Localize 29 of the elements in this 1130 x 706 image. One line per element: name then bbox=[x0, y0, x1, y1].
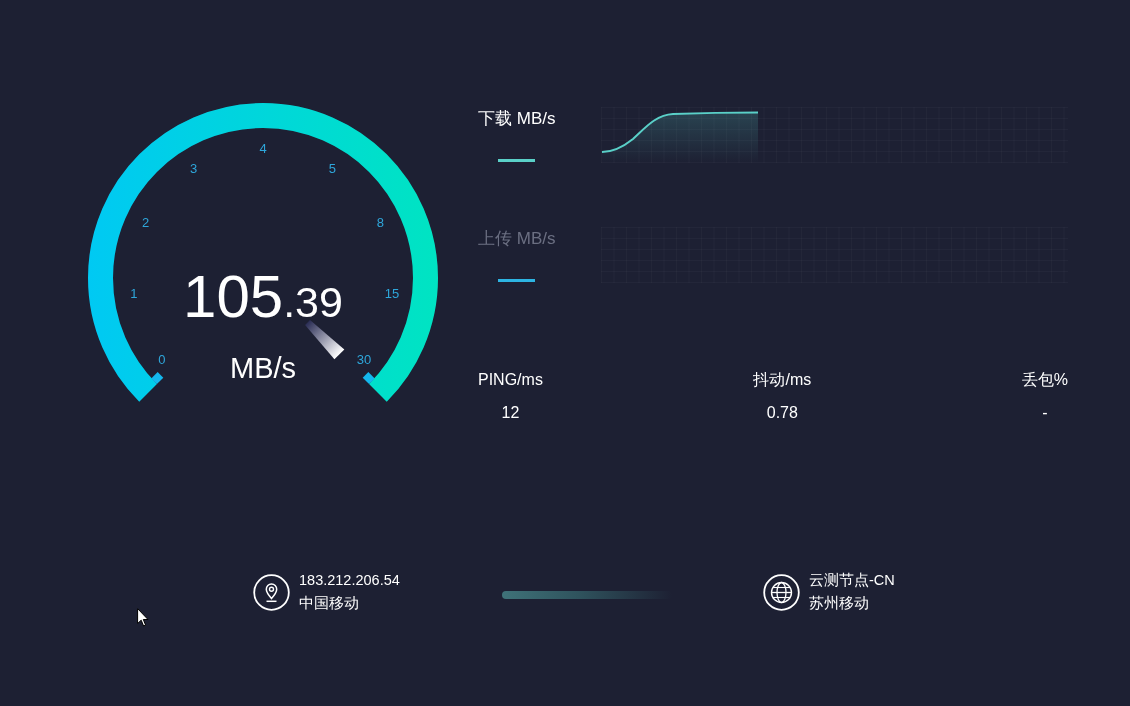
client-ip: 183.212.206.54 bbox=[299, 571, 400, 590]
stat-label: PING/ms bbox=[478, 370, 543, 390]
stat-value: - bbox=[1042, 403, 1048, 423]
server-isp: 苏州移动 bbox=[809, 594, 869, 613]
gauge-tick-label: 4 bbox=[259, 140, 267, 156]
stat-value: 0.78 bbox=[766, 403, 798, 423]
gauge-tick-label: 2 bbox=[142, 214, 150, 230]
gauge-needle bbox=[305, 320, 345, 360]
gauge-tick-label: 0 bbox=[158, 352, 166, 368]
server-name: 云测节点-CN bbox=[809, 571, 895, 590]
speed-reading: 105.39 bbox=[183, 274, 343, 320]
gauge-tick-label: 15 bbox=[384, 285, 400, 301]
client-isp: 中国移动 bbox=[299, 594, 359, 613]
gauge-tick-label: 8 bbox=[376, 214, 384, 230]
graph-label: 上传 MB/s bbox=[478, 229, 556, 249]
gauge-end-tick bbox=[362, 372, 375, 385]
gauge-tick-label: 1 bbox=[130, 285, 138, 301]
globe-icon bbox=[763, 573, 800, 611]
gauge-end-tick bbox=[151, 372, 164, 385]
cursor-icon bbox=[137, 608, 149, 627]
graph-label: 下载 MB/s bbox=[478, 109, 556, 129]
stat-label: 丢包% bbox=[1021, 370, 1068, 390]
gauge-tick-label: 3 bbox=[190, 160, 198, 176]
gauge-tick-label: 5 bbox=[328, 160, 336, 176]
stat-value: 12 bbox=[501, 403, 520, 423]
location-pin-icon bbox=[253, 573, 290, 611]
gauge-tick-label: 30 bbox=[356, 352, 372, 368]
stat-label: 抖动/ms bbox=[753, 370, 812, 390]
speed-unit: MB/s bbox=[229, 351, 297, 385]
